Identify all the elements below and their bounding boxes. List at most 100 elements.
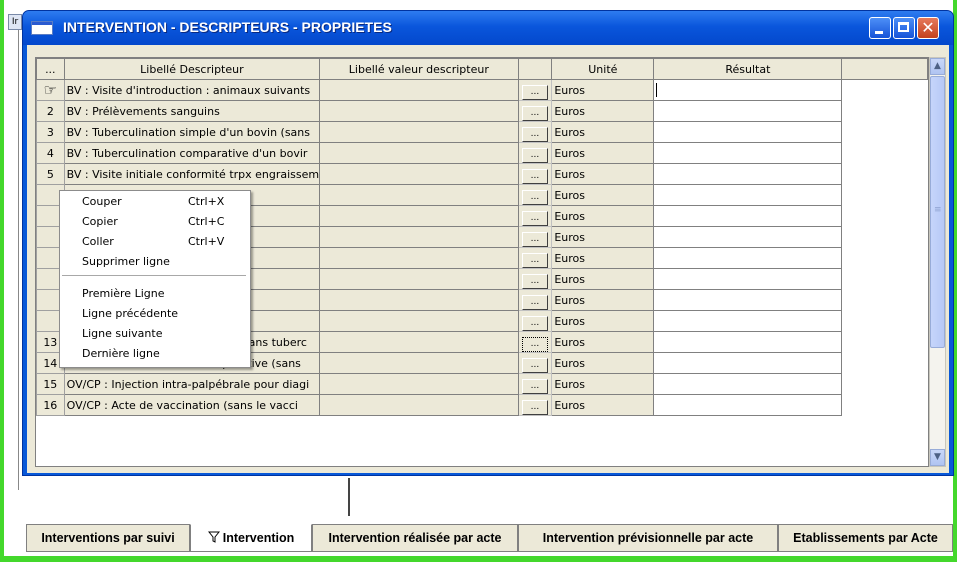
descriptor-value-cell[interactable] (319, 352, 519, 374)
unit-cell[interactable]: Euros (551, 205, 655, 227)
context-menu-item[interactable]: Première Ligne (60, 285, 248, 303)
descriptor-label-cell[interactable]: OV/CP : Injection intra-palpébrale pour … (63, 373, 321, 395)
close-button[interactable]: ✕ (917, 17, 939, 39)
descriptor-value-cell[interactable] (319, 310, 519, 332)
column-header-result[interactable]: Résultat (653, 58, 843, 80)
unit-cell[interactable]: Euros (551, 121, 655, 143)
descriptor-value-cell[interactable] (319, 121, 519, 143)
unit-cell[interactable]: Euros (551, 289, 655, 311)
context-menu-item[interactable]: Supprimer ligne (60, 253, 248, 271)
descriptor-value-cell[interactable] (319, 373, 519, 395)
unit-cell[interactable]: Euros (551, 268, 655, 290)
result-input[interactable] (653, 100, 843, 122)
row-number[interactable]: 15 (36, 373, 65, 395)
descriptor-value-cell[interactable] (319, 163, 519, 185)
scroll-down-button[interactable]: ▼ (930, 449, 945, 466)
column-header-unit[interactable]: Unité (551, 58, 655, 80)
descriptor-value-cell[interactable] (319, 331, 519, 353)
context-menu-item[interactable]: Dernière ligne (60, 345, 248, 363)
table-row[interactable]: 2 BV : Prélèvements sanguins... Euros (36, 100, 928, 122)
column-header-label[interactable]: Libellé Descripteur (63, 58, 321, 80)
table-row[interactable]: 16 OV/CP : Acte de vaccination (sans le v… (36, 394, 928, 416)
row-ellipsis-button[interactable]: ... (521, 336, 548, 352)
column-header-value[interactable]: Libellé valeur descripteur (319, 58, 519, 80)
descriptor-value-cell[interactable] (319, 268, 519, 290)
row-number[interactable]: 2 (36, 100, 65, 122)
unit-cell[interactable]: Euros (551, 373, 655, 395)
unit-cell[interactable]: Euros (551, 352, 655, 374)
descriptor-label-cell[interactable]: OV/CP : Acte de vaccination (sans le vac… (63, 394, 321, 416)
row-ellipsis-button[interactable]: ... (521, 189, 548, 205)
row-ellipsis-button[interactable]: ... (521, 231, 548, 247)
result-input[interactable] (653, 184, 843, 206)
descriptor-label-cell[interactable]: BV : Visite initiale conformité trpx eng… (63, 163, 321, 185)
splitter-line[interactable] (348, 478, 350, 516)
unit-cell[interactable]: Euros (551, 184, 655, 206)
row-ellipsis-button[interactable]: ... (521, 168, 548, 184)
descriptor-label-cell[interactable]: BV : Tuberculination comparative d'un bo… (63, 142, 321, 164)
vertical-scrollbar[interactable]: ▲ ▼ (929, 57, 946, 467)
row-ellipsis-button[interactable]: ... (521, 273, 548, 289)
result-input[interactable] (653, 247, 843, 269)
row-ellipsis-button[interactable]: ... (521, 84, 548, 100)
unit-cell[interactable]: Euros (551, 247, 655, 269)
row-number[interactable]: 3 (36, 121, 65, 143)
title-bar[interactable]: INTERVENTION - DESCRIPTEURS - PROPRIETES… (23, 11, 953, 45)
result-input[interactable] (653, 121, 843, 143)
row-ellipsis-button[interactable]: ... (521, 357, 548, 373)
tab-intervention[interactable]: Intervention (190, 524, 312, 552)
result-input[interactable] (653, 331, 843, 353)
result-input[interactable] (653, 163, 843, 185)
table-row[interactable]: 15 OV/CP : Injection intra-palpébrale pou… (36, 373, 928, 395)
descriptor-value-cell[interactable] (319, 142, 519, 164)
unit-cell[interactable]: Euros (551, 79, 655, 101)
descriptor-value-cell[interactable] (319, 247, 519, 269)
unit-cell[interactable]: Euros (551, 142, 655, 164)
table-row[interactable]: 5 BV : Visite initiale conformité trpx en… (36, 163, 928, 185)
unit-cell[interactable]: Euros (551, 226, 655, 248)
row-ellipsis-button[interactable]: ... (521, 126, 548, 142)
row-number[interactable]: 5 (36, 163, 65, 185)
result-input[interactable] (653, 142, 843, 164)
result-input[interactable] (653, 310, 843, 332)
header-select-button[interactable]: ... (36, 58, 65, 80)
unit-cell[interactable]: Euros (551, 394, 655, 416)
scroll-thumb[interactable] (930, 76, 945, 348)
descriptor-value-cell[interactable] (319, 79, 519, 101)
descriptor-value-cell[interactable] (319, 394, 519, 416)
row-ellipsis-button[interactable]: ... (521, 147, 548, 163)
table-row[interactable]: ☞ BV : Visite d'introduction : animaux su… (36, 79, 928, 101)
table-row[interactable]: 3 BV : Tuberculination simple d'un bovin … (36, 121, 928, 143)
table-row[interactable]: 4 BV : Tuberculination comparative d'un b… (36, 142, 928, 164)
tab-etablissements-par-acte[interactable]: Etablissements par Acte (778, 524, 953, 552)
row-ellipsis-button[interactable]: ... (521, 105, 548, 121)
descriptor-value-cell[interactable] (319, 184, 519, 206)
result-input[interactable] (653, 79, 843, 101)
descriptor-value-cell[interactable] (319, 205, 519, 227)
context-menu-item[interactable]: Copier Ctrl+C (60, 213, 248, 231)
row-pointer-hand-icon[interactable]: ☞ (36, 79, 65, 101)
row-number[interactable]: 4 (36, 142, 65, 164)
tab-intervention-realisee[interactable]: Intervention réalisée par acte (312, 524, 518, 552)
unit-cell[interactable]: Euros (551, 163, 655, 185)
unit-cell[interactable]: Euros (551, 100, 655, 122)
result-input[interactable] (653, 394, 843, 416)
descriptor-label-cell[interactable]: BV : Tuberculination simple d'un bovin (… (63, 121, 321, 143)
row-ellipsis-button[interactable]: ... (521, 252, 548, 268)
row-ellipsis-button[interactable]: ... (521, 294, 548, 310)
result-input[interactable] (653, 352, 843, 374)
row-ellipsis-button[interactable]: ... (521, 399, 548, 415)
tab-intervention-previsionnelle[interactable]: Intervention prévisionnelle par acte (518, 524, 778, 552)
context-menu-item[interactable]: Couper Ctrl+X (60, 193, 248, 211)
result-input[interactable] (653, 289, 843, 311)
result-input[interactable] (653, 268, 843, 290)
row-ellipsis-button[interactable]: ... (521, 315, 548, 331)
scroll-up-button[interactable]: ▲ (930, 58, 945, 75)
result-input[interactable] (653, 226, 843, 248)
descriptor-value-cell[interactable] (319, 226, 519, 248)
descriptor-value-cell[interactable] (319, 100, 519, 122)
unit-cell[interactable]: Euros (551, 310, 655, 332)
maximize-button[interactable] (893, 17, 915, 39)
unit-cell[interactable]: Euros (551, 331, 655, 353)
context-menu-item[interactable]: Ligne précédente (60, 305, 248, 323)
